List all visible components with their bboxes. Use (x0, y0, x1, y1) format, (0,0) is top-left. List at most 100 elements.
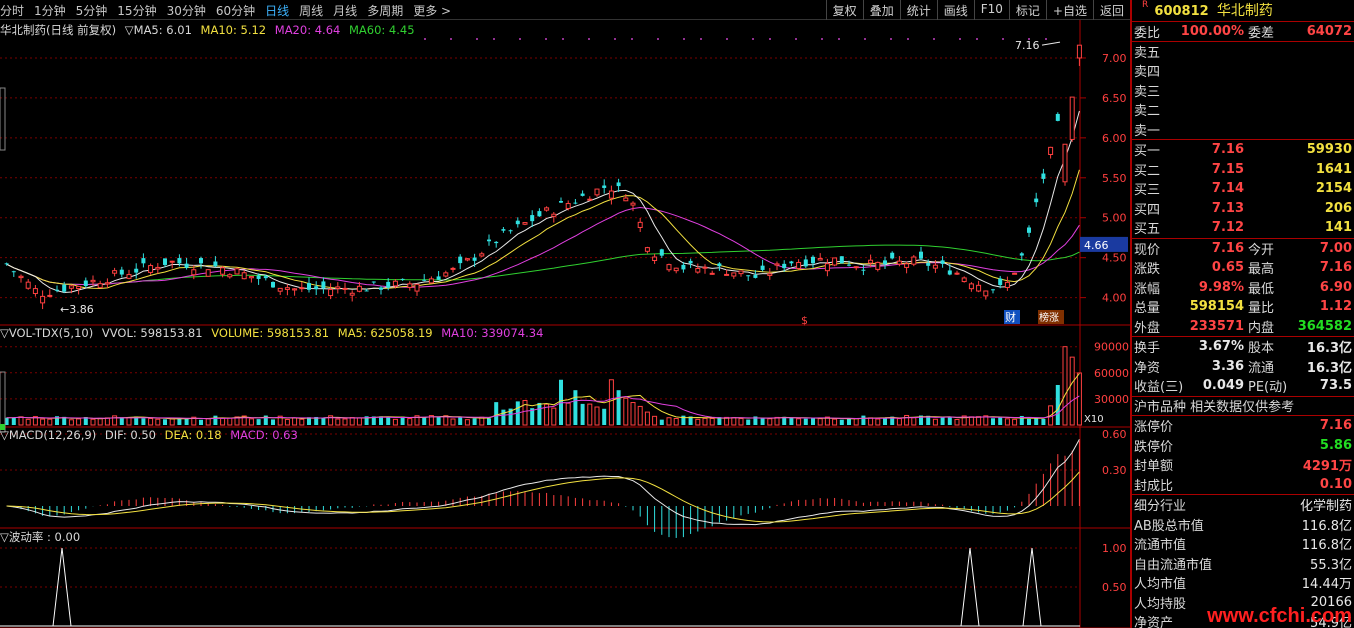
volume-bar (472, 418, 477, 425)
price-tick-label: 6.00 (1102, 132, 1127, 145)
candle-body (587, 198, 593, 201)
volume-bar (464, 419, 470, 426)
fund-row-0: 换手 3.67% 股本 16.3亿 (1132, 337, 1354, 357)
ask-label: 卖一 (1134, 123, 1161, 139)
period-tab-8[interactable]: 月线 (333, 2, 357, 19)
dif-line (6, 439, 1080, 526)
fund-value: 73.5 (1319, 378, 1352, 394)
volume-bar (875, 418, 881, 426)
toolbar-button-0[interactable]: 复权 (825, 0, 863, 20)
volume-bar (1034, 418, 1039, 425)
industry-value[interactable]: 化学制药 (1282, 495, 1352, 514)
candle-body (292, 288, 298, 291)
period-tab-4[interactable]: 30分钟 (167, 2, 206, 19)
ask-label: 卖四 (1134, 65, 1161, 81)
volume-bar (356, 417, 362, 426)
period-tab-2[interactable]: 5分钟 (76, 2, 108, 19)
candle-body (824, 263, 830, 272)
candle-body (112, 270, 118, 274)
limit-label: 封成比 (1134, 478, 1174, 494)
candle-body (407, 283, 413, 288)
kline-chart[interactable]: 7.00 6.50 6.00 5.50 5.00 4.50 4.00 7.16 ←3.86 4.6… (0, 20, 1130, 628)
volume-bar (68, 419, 74, 426)
volume-bar (18, 416, 24, 426)
period-tab-0[interactable]: 分时 (0, 2, 24, 19)
volume-bar (458, 416, 463, 425)
candle-body (256, 275, 261, 279)
volume-bar (709, 418, 715, 426)
candle-body (234, 268, 240, 275)
candle-body (1034, 198, 1039, 203)
period-tab-6[interactable]: 日线 (265, 2, 289, 19)
chart-area[interactable]: 7.00 6.50 6.00 5.50 5.00 4.50 4.00 7.16 ←3.86 4.6… (0, 20, 1130, 628)
extra-value: 116.8亿 (1301, 538, 1352, 554)
ask-level-1: 卖四 (1132, 61, 1354, 81)
toolbar-button-5[interactable]: 标记 (1008, 0, 1046, 20)
candle-body (896, 260, 902, 265)
volume-bar (248, 418, 254, 426)
price-tick-label: 4.50 (1102, 252, 1127, 265)
fund-label: 流通 (1248, 360, 1275, 376)
candle-body (890, 252, 895, 259)
period-tab-5[interactable]: 60分钟 (216, 2, 255, 19)
signal-dot (562, 38, 564, 40)
volume-bar (832, 418, 838, 426)
candle-body (205, 269, 211, 277)
candle-body (926, 262, 931, 266)
fund-label: PE(动) (1248, 380, 1288, 396)
candle-body (227, 274, 233, 278)
ask-level-4: 卖一 (1132, 120, 1354, 140)
candle-body (1019, 253, 1024, 256)
limit-row-1: 跌停价 5.86 (1132, 436, 1354, 456)
volume-bar (630, 402, 636, 426)
fund-label: 股本 (1248, 341, 1275, 357)
ma5-line (6, 110, 1080, 294)
volume-bar (652, 415, 658, 426)
signal-dot (1045, 38, 1047, 40)
extra-row-0: AB股总市值 116.8亿 (1132, 515, 1354, 535)
toolbar-button-4[interactable]: F10 (973, 0, 1009, 20)
extra-label: 人均市值 (1134, 577, 1187, 593)
candle-body (184, 263, 189, 268)
toolbar-button-7[interactable]: 返回 (1092, 0, 1130, 20)
candle-body (976, 284, 982, 292)
candle-body (428, 278, 434, 284)
volume-bar (896, 418, 902, 426)
period-tab-10[interactable]: 更多 > (413, 2, 451, 19)
signal-dot (1002, 38, 1004, 40)
candle-body (1041, 173, 1046, 179)
volume-bar (911, 417, 917, 426)
fund-value: 0.049 (1202, 378, 1244, 394)
quote-label: 最高 (1248, 262, 1275, 278)
candle-body (883, 260, 887, 265)
volume-bar (436, 416, 441, 425)
candle-body (515, 220, 520, 225)
candle-body (32, 288, 38, 295)
candle-body (551, 213, 557, 217)
toolbar-button-1[interactable]: 叠加 (862, 0, 900, 20)
period-tab-9[interactable]: 多周期 (367, 2, 403, 19)
volume-bar (1041, 418, 1046, 425)
limit-row-2: 封单额 4291万 (1132, 455, 1354, 475)
toolbar-button-6[interactable]: +自选 (1045, 0, 1093, 20)
candle-body (508, 230, 513, 232)
volume-bar (155, 418, 161, 426)
ma10-line (6, 169, 1080, 290)
candle-body (637, 221, 643, 228)
candle-body (191, 269, 197, 276)
candle-body (392, 280, 398, 287)
candle-body (753, 275, 758, 278)
candle-body (414, 283, 420, 292)
toolbar-button-2[interactable]: 统计 (899, 0, 937, 20)
period-tab-7[interactable]: 周线 (299, 2, 323, 19)
toolbar-button-3[interactable]: 画线 (936, 0, 974, 20)
candle-body (954, 272, 960, 275)
volume-bar (104, 417, 110, 426)
signal-dot (700, 38, 702, 40)
signal-dot (907, 38, 909, 40)
quote-label: 内盘 (1248, 320, 1275, 336)
period-tab-1[interactable]: 1分钟 (34, 2, 66, 19)
industry-row[interactable]: 细分行业 化学制药 (1132, 495, 1354, 515)
volume-bar (141, 418, 146, 425)
period-tab-3[interactable]: 15分钟 (117, 2, 156, 19)
